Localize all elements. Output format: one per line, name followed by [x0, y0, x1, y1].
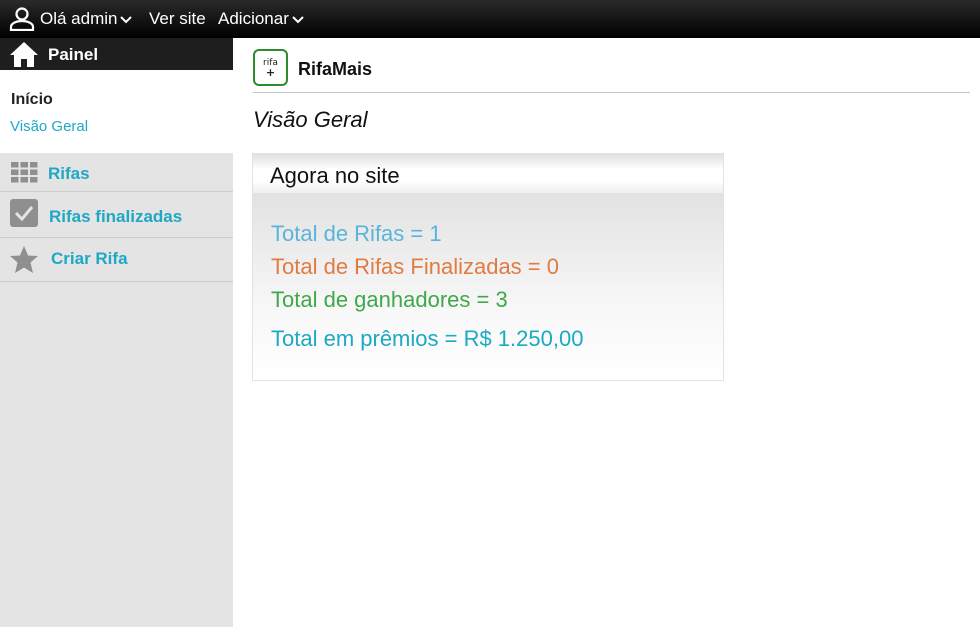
- view-site-label: Ver site: [149, 9, 206, 28]
- sidebar: Painel Início Visão Geral Rifas Rifas fi…: [0, 38, 233, 627]
- sidebar-item-painel[interactable]: Painel: [0, 38, 233, 70]
- sidebar-item-label: Rifas finalizadas: [49, 207, 183, 226]
- sidebar-item-label: Painel: [48, 45, 99, 64]
- sidebar-item-rifas-finalizadas[interactable]: Rifas finalizadas: [0, 192, 233, 238]
- stat-total-ganhadores: Total de ganhadores = 3: [271, 287, 508, 312]
- card-body: Total de Rifas = 1 Total de Rifas Finali…: [253, 193, 723, 380]
- summary-card: Agora no site Total de Rifas = 1 Total d…: [252, 153, 724, 381]
- page-title: Visão Geral: [253, 107, 368, 132]
- user-icon: [9, 7, 35, 31]
- stat-total-rifas: Total de Rifas = 1: [271, 221, 442, 246]
- submenu-link-overview[interactable]: Visão Geral: [10, 118, 88, 135]
- add-menu[interactable]: Adicionar: [218, 0, 304, 38]
- chevron-down-icon: [120, 16, 133, 24]
- sidebar-item-criar-rifa[interactable]: Criar Rifa: [0, 238, 233, 282]
- checkbox-icon: [10, 199, 38, 227]
- sidebar-item-rifas[interactable]: Rifas: [0, 153, 233, 192]
- stat-total-finalizadas: Total de Rifas Finalizadas = 0: [271, 254, 559, 279]
- submenu-heading: Início: [11, 91, 53, 108]
- top-bar: Olá admin Ver site Adicionar: [0, 0, 980, 38]
- add-label: Adicionar: [218, 9, 289, 28]
- grid-icon: [11, 162, 38, 183]
- brand-logo: rifa +: [253, 49, 288, 86]
- stat-total-premios: Total em prêmios = R$ 1.250,00: [271, 326, 584, 351]
- sidebar-item-label: Rifas: [48, 164, 90, 183]
- user-menu[interactable]: Olá admin: [40, 0, 133, 38]
- divider: [253, 92, 970, 93]
- sidebar-submenu: Início Visão Geral: [0, 70, 233, 153]
- card-header: Agora no site: [253, 154, 723, 193]
- brand-name: RifaMais: [298, 59, 373, 79]
- star-icon: [10, 246, 38, 273]
- chevron-down-icon: [292, 16, 304, 24]
- user-greeting: Olá admin: [40, 9, 118, 28]
- logo-text-bottom: +: [265, 66, 276, 79]
- card-title: Agora no site: [270, 163, 400, 188]
- home-icon: [10, 42, 38, 67]
- view-site-link[interactable]: Ver site: [149, 0, 206, 38]
- sidebar-item-label: Criar Rifa: [51, 249, 128, 268]
